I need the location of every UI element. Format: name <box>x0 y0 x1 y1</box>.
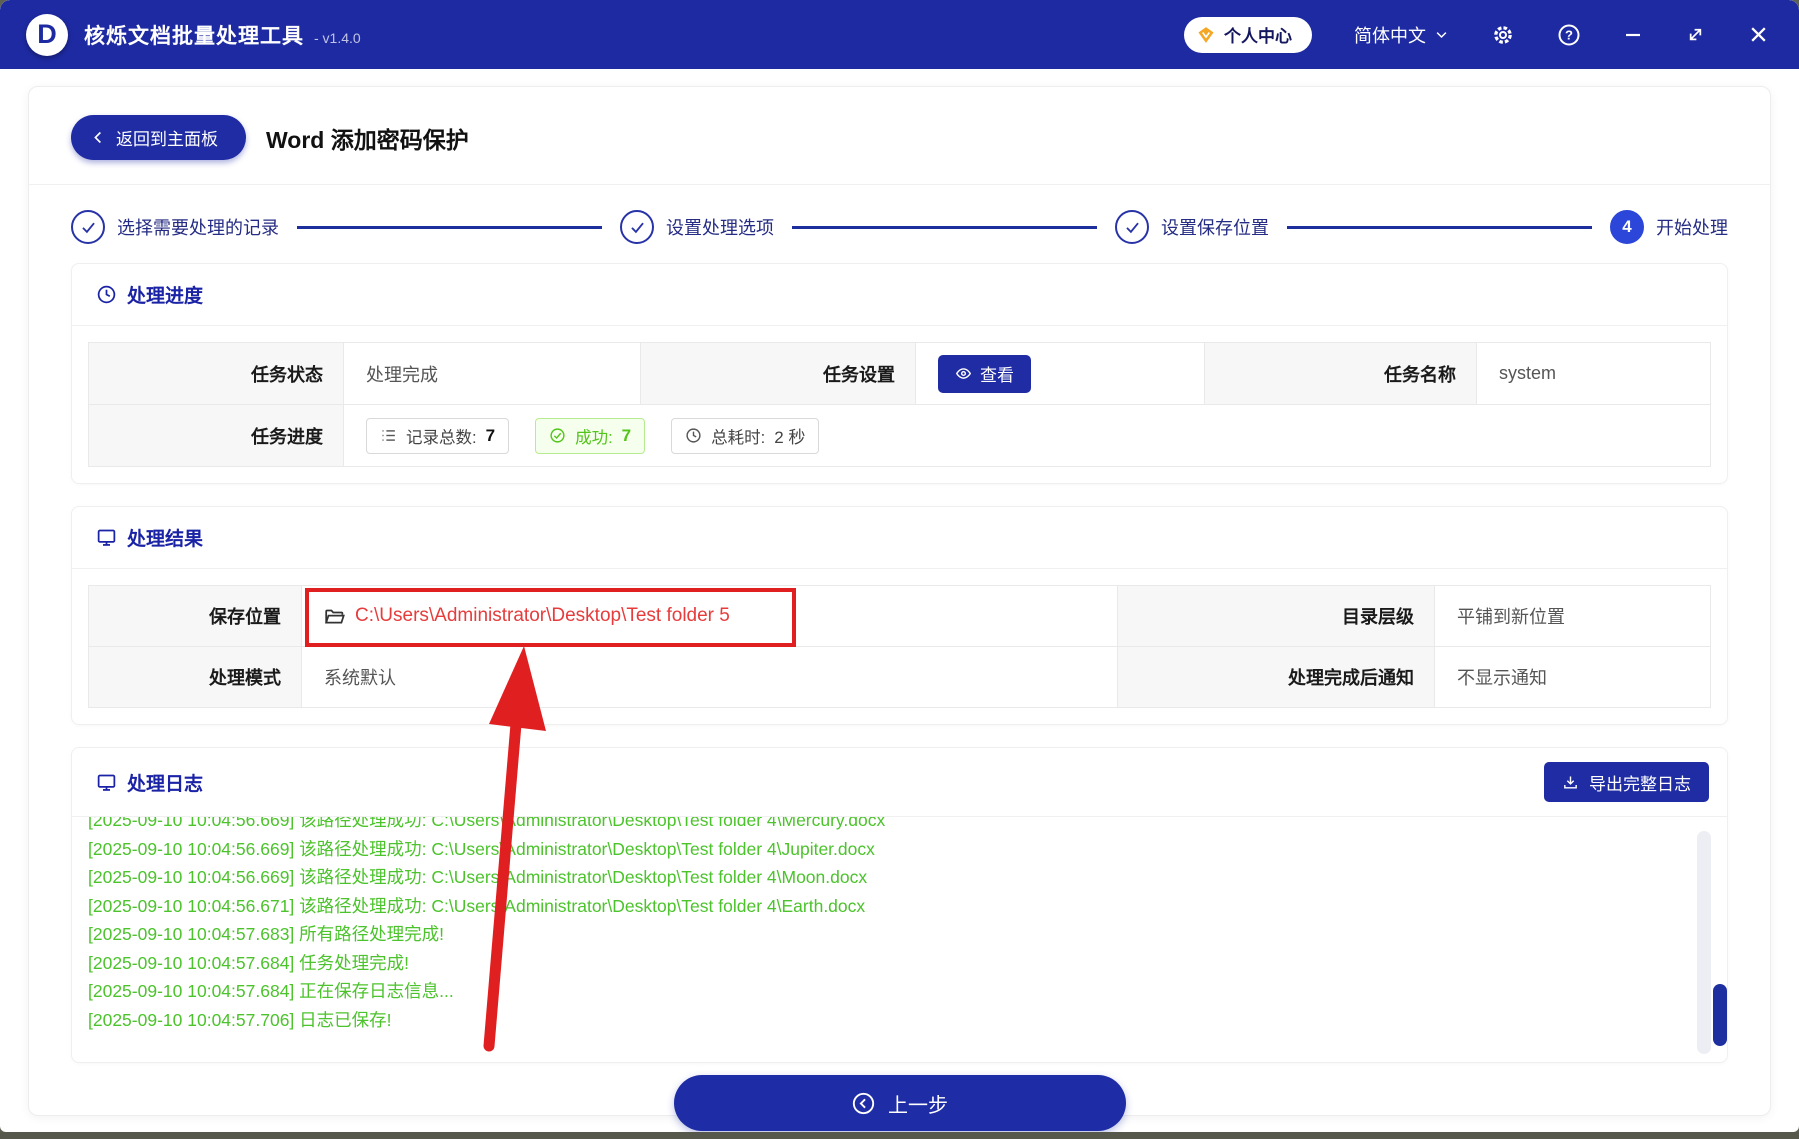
user-center-label: 个人中心 <box>1224 27 1292 46</box>
step-save-location: 设置保存位置 <box>1115 210 1269 244</box>
list-icon <box>380 427 397 444</box>
section-title: 处理进度 <box>127 286 204 307</box>
notify-value: 不显示通知 <box>1435 647 1710 707</box>
app-version: - v1.4.0 <box>314 29 361 46</box>
help-icon[interactable]: ? <box>1557 23 1581 47</box>
app-logo: D <box>26 13 68 56</box>
task-status-value: 处理完成 <box>344 343 640 404</box>
records-count-badge: 记录总数: 7 <box>366 417 510 454</box>
step-check-icon <box>1115 210 1149 244</box>
page-title: Word 添加密码保护 <box>266 126 469 153</box>
step-start-processing: 4 开始处理 <box>1610 210 1728 244</box>
log-line: [2025-09-10 10:04:56.669] 该路径处理成功: C:\Us… <box>88 867 868 887</box>
export-log-button[interactable]: 导出完整日志 <box>1544 762 1709 802</box>
previous-step-button[interactable]: 上一步 <box>673 1075 1126 1131</box>
section-title: 处理日志 <box>127 773 204 795</box>
dir-level-value: 平铺到新位置 <box>1435 586 1710 646</box>
prev-button-label: 上一步 <box>888 1094 948 1117</box>
step-connector <box>1287 225 1592 229</box>
page-header: 返回到主面板 Word 添加密码保护 <box>29 87 1770 185</box>
view-icon <box>955 365 972 382</box>
close-button[interactable] <box>1748 24 1769 45</box>
section-title: 处理结果 <box>127 529 204 550</box>
log-line: [2025-09-10 10:04:57.706] 日志已保存! <box>88 1009 392 1030</box>
check-circle-icon <box>549 427 566 444</box>
monitor-icon <box>96 527 117 548</box>
log-scrollbar-track[interactable] <box>1697 831 1711 1054</box>
titlebar: D 核烁文档批量处理工具 - v1.4.0 个人中心 简体中文 ? <box>0 0 1799 69</box>
task-settings-label: 任务设置 <box>641 343 915 404</box>
log-scrollbar-thumb[interactable] <box>1713 984 1727 1046</box>
log-line: [2025-09-10 10:04:57.683] 所有路径处理完成! <box>88 924 445 944</box>
clock-icon <box>685 427 702 444</box>
progress-section: 处理进度 任务状态 处理完成 任务设置 查看 任务名称 system 任务进度 … <box>71 263 1728 484</box>
view-button-label: 查看 <box>980 366 1014 385</box>
process-mode-value: 系统默认 <box>302 647 1117 707</box>
settings-gear-icon[interactable] <box>1491 23 1515 47</box>
vip-diamond-icon <box>1196 25 1216 45</box>
app-window: D 核烁文档批量处理工具 - v1.4.0 个人中心 简体中文 ? 返回到主面板… <box>0 0 1799 1132</box>
log-line: [2025-09-10 10:04:57.684] 正在保存日志信息... <box>88 981 454 1001</box>
process-mode-label: 处理模式 <box>89 647 301 707</box>
main-card: 返回到主面板 Word 添加密码保护 选择需要处理的记录 设置处理选项 设置保存… <box>28 86 1771 1131</box>
monitor-icon <box>96 772 117 793</box>
arrow-left-circle-icon <box>851 1091 876 1116</box>
download-icon <box>1562 774 1579 791</box>
chevron-down-icon <box>1434 27 1449 42</box>
view-task-settings-button[interactable]: 查看 <box>938 354 1031 393</box>
save-location-path[interactable]: C:\Users\Administrator\Desktop\Test fold… <box>355 605 730 627</box>
task-name-label: 任务名称 <box>1205 343 1476 404</box>
task-status-label: 任务状态 <box>89 343 343 404</box>
success-count-badge: 成功: 7 <box>535 417 646 454</box>
svg-text:?: ? <box>1565 27 1573 42</box>
step-check-icon <box>620 210 654 244</box>
result-section: 处理结果 保存位置 C:\Users\Administrator\Desktop… <box>71 506 1728 725</box>
elapsed-time-badge: 总耗时: 2 秒 <box>671 417 820 454</box>
user-center-button[interactable]: 个人中心 <box>1184 16 1312 53</box>
back-button-label: 返回到主面板 <box>116 130 218 149</box>
step-number-badge: 4 <box>1610 210 1644 244</box>
app-title: 核烁文档批量处理工具 <box>84 24 304 48</box>
task-progress-label: 任务进度 <box>89 405 343 466</box>
wizard-stepper: 选择需要处理的记录 设置处理选项 设置保存位置 4 开始处理 <box>71 201 1728 253</box>
export-button-label: 导出完整日志 <box>1589 774 1691 794</box>
step-check-icon <box>71 210 105 244</box>
step-connector <box>792 225 1097 229</box>
language-selector[interactable]: 简体中文 <box>1354 22 1449 48</box>
folder-icon <box>324 606 345 627</box>
step-connector <box>297 225 602 229</box>
chevron-left-icon <box>91 130 106 145</box>
minimize-button[interactable] <box>1623 25 1643 45</box>
log-viewport[interactable]: [2025-09-10 10:04:56.669] 该路径处理成功: C:\Us… <box>72 817 1727 1062</box>
step-process-options: 设置处理选项 <box>620 210 774 244</box>
notify-label: 处理完成后通知 <box>1118 647 1434 707</box>
maximize-button[interactable] <box>1685 24 1706 45</box>
back-to-dashboard-button[interactable]: 返回到主面板 <box>71 115 246 160</box>
log-section: 处理日志 导出完整日志 [2025-09-10 10:04:56.669] 该路… <box>71 747 1728 1063</box>
task-name-value: system <box>1477 343 1710 404</box>
log-line: [2025-09-10 10:04:56.669] 该路径处理成功: C:\Us… <box>88 817 886 830</box>
clock-icon <box>96 284 117 305</box>
log-line: [2025-09-10 10:04:56.671] 该路径处理成功: C:\Us… <box>88 895 866 916</box>
dir-level-label: 目录层级 <box>1118 586 1434 646</box>
log-line: [2025-09-10 10:04:57.684] 任务处理完成! <box>88 952 410 973</box>
step-select-records: 选择需要处理的记录 <box>71 210 279 244</box>
log-line: [2025-09-10 10:04:56.669] 该路径处理成功: C:\Us… <box>88 838 875 859</box>
save-location-label: 保存位置 <box>89 586 301 646</box>
desktop-background <box>0 1132 1799 1139</box>
language-label: 简体中文 <box>1354 25 1426 46</box>
